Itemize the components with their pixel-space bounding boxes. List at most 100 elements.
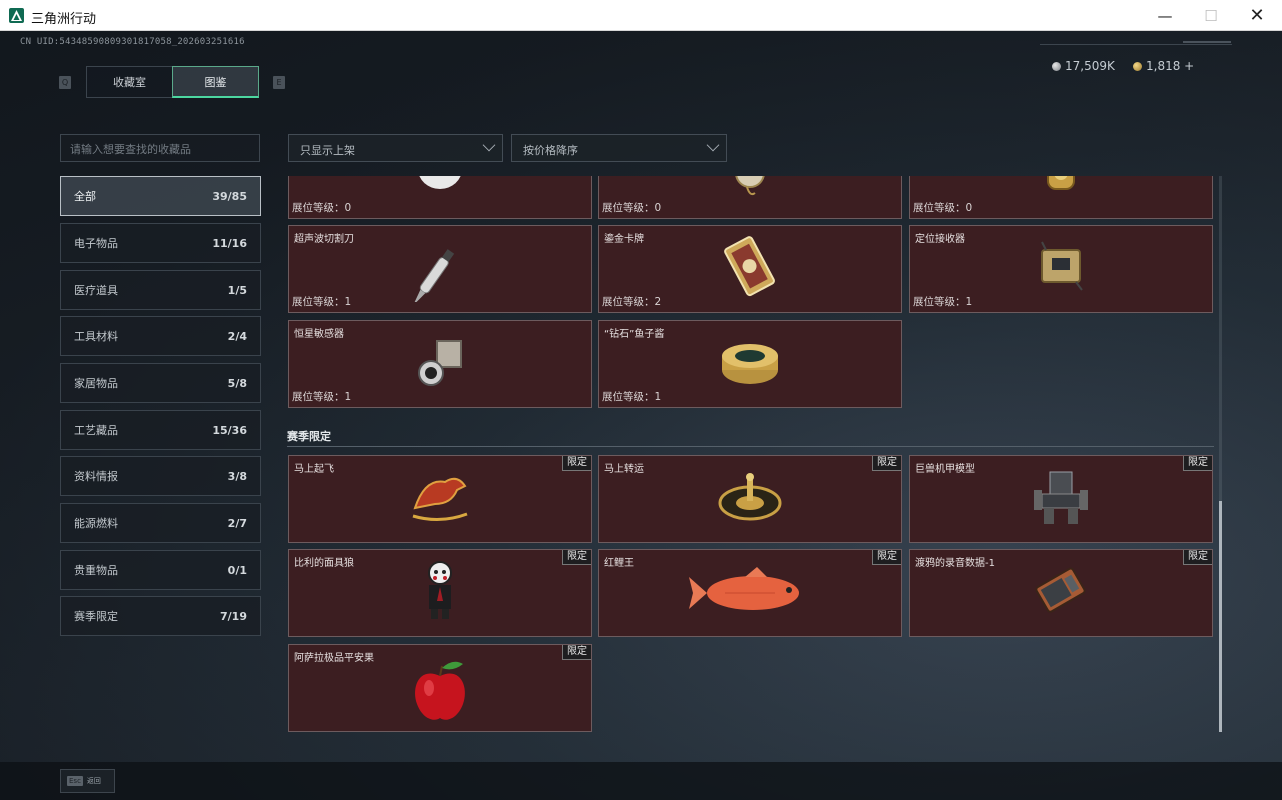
section-title-season: 赛季限定 [287, 430, 331, 443]
item-name: 巨兽机甲模型 [915, 464, 975, 475]
red-apple-icon [409, 658, 471, 728]
locator-receiver-icon [1028, 234, 1094, 304]
close-button[interactable]: ✕ [1234, 0, 1280, 31]
scrollbar-thumb[interactable] [1219, 501, 1222, 732]
category-label: 赛季限定 [74, 610, 118, 623]
collection-card[interactable]: 阿萨拉极品平安果 限定 [288, 644, 592, 732]
item-name: 渡鸦的录音数据-1 [915, 558, 995, 569]
category-tools[interactable]: 工具材料 2/4 [60, 316, 261, 356]
category-count: 2/7 [227, 516, 247, 530]
category-all[interactable]: 全部 39/85 [60, 176, 261, 216]
category-season[interactable]: 赛季限定 7/19 [60, 596, 261, 636]
category-label: 全部 [74, 190, 96, 203]
chevron-down-icon [482, 138, 496, 152]
minimize-button[interactable]: — [1142, 0, 1188, 31]
display-level: 展位等级：0 [913, 202, 973, 214]
limited-badge: 限定 [562, 550, 591, 565]
category-label: 资料情报 [74, 470, 118, 483]
category-count: 2/4 [227, 329, 247, 343]
collection-card[interactable]: “钻石”鱼子酱 展位等级：1 [598, 320, 902, 408]
category-home[interactable]: 家居物品 5/8 [60, 363, 261, 403]
collection-card[interactable]: 比利的面具狼 限定 [288, 549, 592, 637]
item-name: “钻石”鱼子酱 [604, 329, 665, 340]
collection-card[interactable]: 马上转运 限定 [598, 455, 902, 543]
category-intel[interactable]: 资料情报 3/8 [60, 456, 261, 496]
tab-catalog[interactable]: 图鉴 [172, 66, 259, 98]
item-name: 恒星敏感器 [294, 329, 344, 340]
key-hint-q: Q [59, 76, 71, 89]
currency-gold-value: 1,818 + [1146, 59, 1195, 73]
limited-badge: 限定 [1183, 550, 1212, 565]
collection-card[interactable]: 渡鸦的录音数据-1 限定 [909, 549, 1213, 637]
app-logo-icon [9, 8, 24, 23]
game-viewport: CN UID:54348590809301817058_202603251616… [0, 31, 1282, 800]
silver-coin-icon [1052, 61, 1061, 71]
back-label: 返回 [86, 777, 101, 785]
billy-puppet-icon [420, 559, 460, 627]
caviar-tin-icon [717, 332, 783, 396]
currency-silver: 17,509K [1052, 59, 1115, 73]
collection-card[interactable]: 展位等级：0 [909, 176, 1213, 219]
display-level: 展位等级：1 [292, 296, 352, 308]
sort-dropdown-value: 按价格降序 [523, 144, 578, 157]
display-level: 展位等级：0 [292, 202, 352, 214]
item-name: 马上转运 [604, 464, 644, 475]
category-medical[interactable]: 医疗道具 1/5 [60, 270, 261, 310]
back-button[interactable]: Esc 返回 [60, 769, 115, 793]
display-level: 展位等级：2 [602, 296, 662, 308]
category-energy[interactable]: 能源燃料 2/7 [60, 503, 261, 543]
display-level: 展位等级：1 [292, 391, 352, 403]
maximize-button[interactable]: ☐ [1188, 0, 1234, 31]
collection-card[interactable]: 恒星敏感器 展位等级：1 [288, 320, 592, 408]
item-name: 超声波切割刀 [294, 234, 354, 245]
esc-key-hint: Esc [67, 776, 83, 786]
collection-card[interactable]: 定位接收器 展位等级：1 [909, 225, 1213, 313]
window-title: 三角洲行动 [31, 12, 97, 27]
category-electronics[interactable]: 电子物品 11/16 [60, 223, 261, 263]
collection-card[interactable]: 展位等级：0 [598, 176, 902, 219]
collection-card[interactable]: 红鲤王 限定 [598, 549, 902, 637]
category-label: 贵重物品 [74, 564, 118, 577]
collection-card[interactable]: 展位等级：0 [288, 176, 592, 219]
limited-badge: 限定 [562, 645, 591, 660]
limited-badge: 限定 [872, 456, 901, 471]
category-valuables[interactable]: 贵重物品 0/1 [60, 550, 261, 590]
category-count: 5/8 [227, 376, 247, 390]
category-label: 能源燃料 [74, 517, 118, 530]
category-count: 15/36 [212, 423, 247, 437]
collection-card[interactable]: 鎏金卡牌 展位等级：2 [598, 225, 902, 313]
sort-dropdown[interactable]: 按价格降序 [511, 134, 727, 162]
limited-badge: 限定 [872, 550, 901, 565]
divider [1183, 41, 1231, 43]
fortune-wheel-icon [715, 467, 785, 531]
item-name: 红鲤王 [604, 558, 634, 569]
limited-badge: 限定 [1183, 456, 1212, 471]
collection-card[interactable]: 超声波切割刀 展位等级：1 [288, 225, 592, 313]
item-name: 比利的面具狼 [294, 558, 354, 569]
bottom-bar [0, 762, 1282, 800]
red-carp-icon [685, 563, 815, 623]
tab-collection-room[interactable]: 收藏室 [86, 66, 173, 98]
ultrasonic-knife-icon [405, 232, 475, 306]
recorder-icon [1028, 558, 1094, 628]
category-count: 11/16 [212, 236, 247, 250]
key-hint-e: E [273, 76, 285, 89]
mech-model-icon [1028, 464, 1094, 534]
gold-coin-icon [1133, 61, 1142, 71]
item-name: 阿萨拉极品平安果 [294, 653, 374, 664]
pocket-watch-icon [725, 176, 775, 203]
divider [1040, 44, 1232, 45]
item-name: 定位接收器 [915, 234, 965, 245]
limited-badge: 限定 [562, 456, 591, 471]
currency-silver-value: 17,509K [1065, 59, 1115, 73]
category-crafts[interactable]: 工艺藏品 15/36 [60, 410, 261, 450]
collection-card[interactable]: 巨兽机甲模型 限定 [909, 455, 1213, 543]
category-count: 1/5 [227, 283, 247, 297]
search-input[interactable]: 请输入想要查找的收藏品 [60, 134, 260, 162]
golden-horse-icon [405, 468, 475, 530]
currency-gold[interactable]: 1,818 + [1133, 59, 1194, 73]
collection-grid: 展位等级：0 展位等级：0 展位等级：0 超声波切割刀 展位等级：1 鎏金卡牌 [287, 176, 1214, 732]
filter-dropdown-listed[interactable]: 只显示上架 [288, 134, 503, 162]
collection-card[interactable]: 马上起飞 限定 [288, 455, 592, 543]
category-label: 家居物品 [74, 377, 118, 390]
